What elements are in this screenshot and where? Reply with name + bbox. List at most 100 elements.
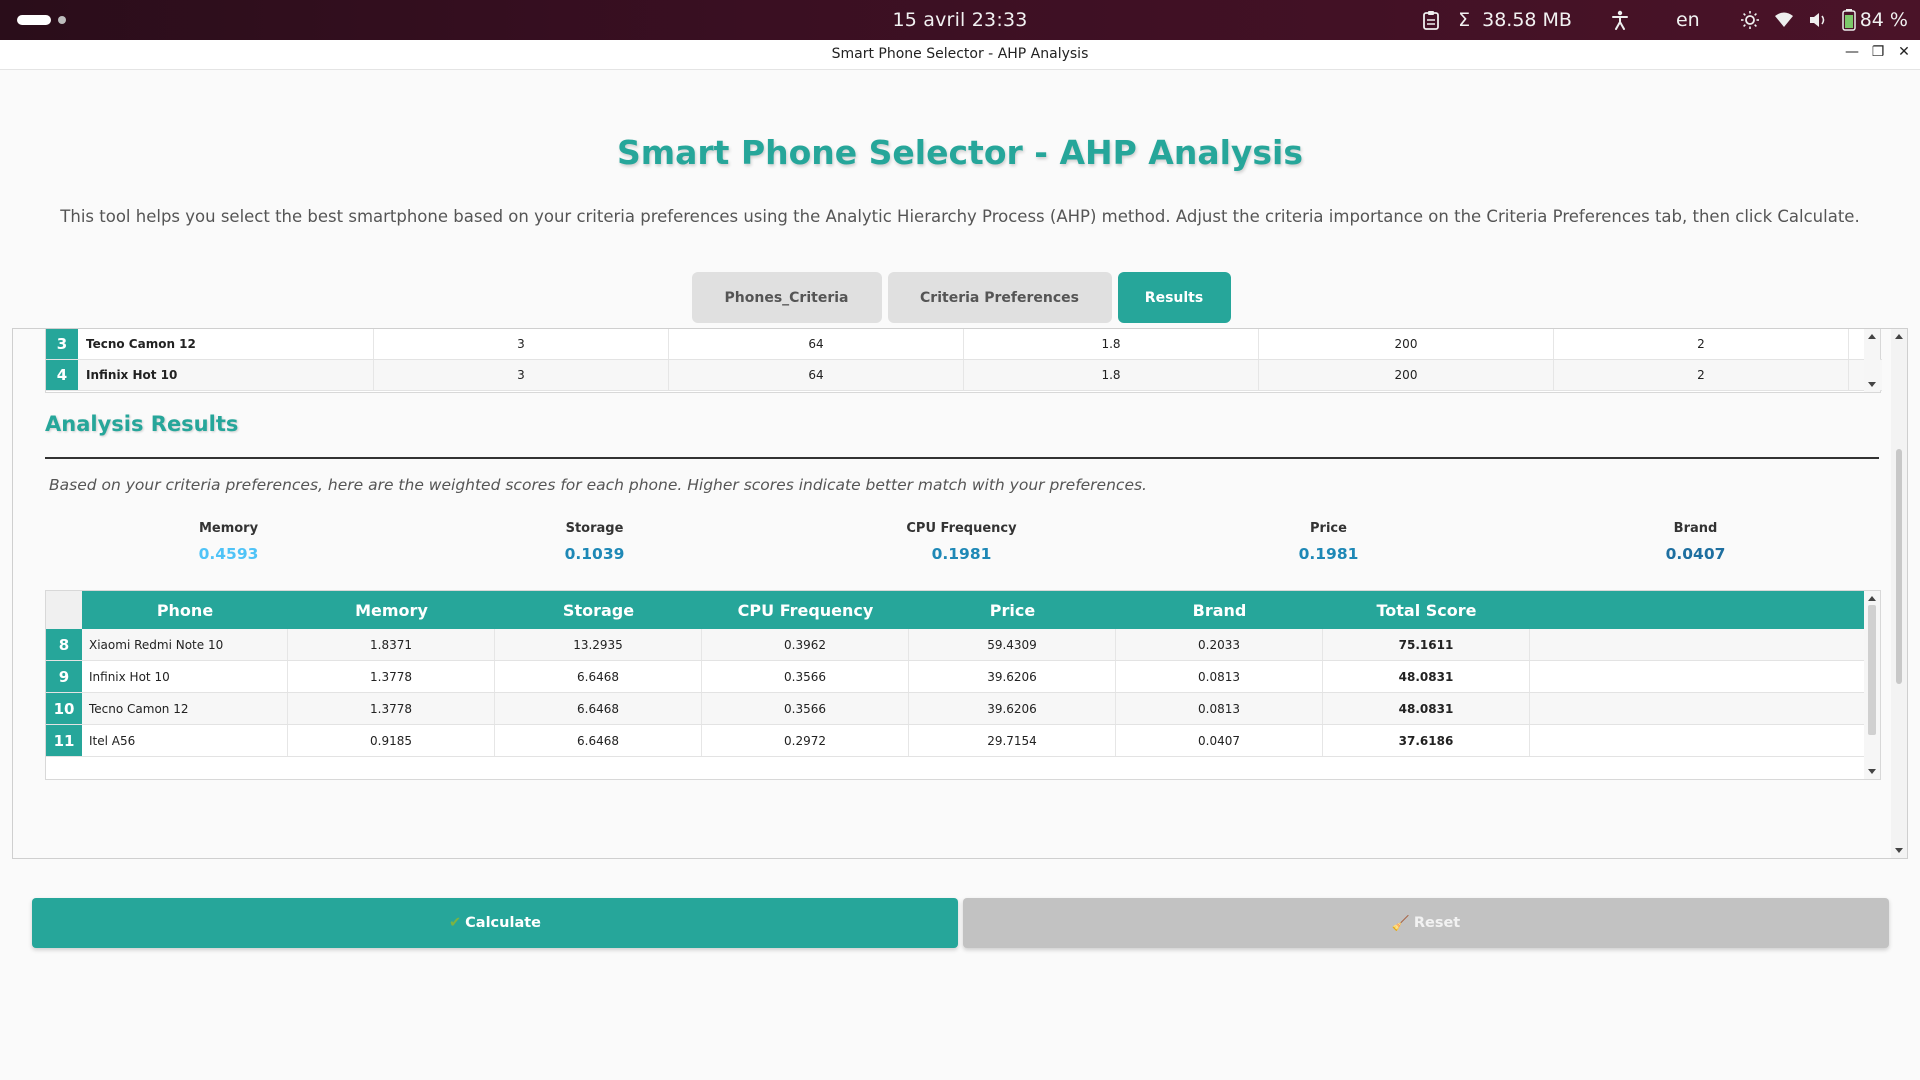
tab-results[interactable]: Results: [1117, 272, 1231, 323]
memory-score-cell: 1.3778: [288, 661, 495, 692]
storage-cell: 64: [669, 329, 964, 359]
maximize-icon[interactable]: ❐: [1870, 44, 1886, 60]
table-row[interactable]: 4 Infinix Hot 10 3 64 1.8 200 2: [46, 360, 1882, 391]
cpu-cell: 1.8: [964, 329, 1259, 359]
table-row[interactable]: 11 Itel A56 0.9185 6.6468 0.2972 29.7154…: [46, 725, 1866, 757]
storage-cell: 64: [669, 360, 964, 390]
scroll-up-arrow-icon[interactable]: [1868, 334, 1876, 339]
divider: [45, 457, 1879, 459]
total-score-cell: 75.1611: [1323, 629, 1530, 660]
window-title: Smart Phone Selector - AHP Analysis: [831, 46, 1089, 62]
weight-value: 0.0407: [1665, 545, 1726, 563]
storage-score-cell: 6.6468: [495, 661, 702, 692]
close-icon[interactable]: ✕: [1896, 44, 1912, 60]
tab-criteria-preferences[interactable]: Criteria Preferences: [887, 272, 1112, 323]
memory-score-cell: 1.3778: [288, 693, 495, 724]
weight-cpu-frequency: CPU Frequency 0.1981: [778, 521, 1145, 563]
scroll-up-arrow-icon[interactable]: [1895, 334, 1903, 339]
phone-name-cell: Tecno Camon 12: [82, 693, 288, 724]
column-header-total-score[interactable]: Total Score: [1323, 591, 1530, 629]
row-index: 8: [46, 629, 82, 660]
column-header-storage[interactable]: Storage: [495, 591, 702, 629]
table-row[interactable]: 9 Infinix Hot 10 1.3778 6.6468 0.3566 39…: [46, 661, 1866, 693]
scroll-down-arrow-icon[interactable]: [1895, 848, 1903, 853]
table-row[interactable]: 3 Tecno Camon 12 3 64 1.8 200 2: [46, 329, 1882, 360]
price-score-cell: 39.6206: [909, 693, 1116, 724]
weight-label: Price: [1310, 521, 1347, 536]
column-header-phone[interactable]: Phone: [82, 591, 288, 629]
weight-price: Price 0.1981: [1145, 521, 1512, 563]
scroll-up-arrow-icon[interactable]: [1868, 596, 1876, 601]
storage-score-cell: 6.6468: [495, 693, 702, 724]
tab-phones-criteria[interactable]: Phones_Criteria: [691, 272, 882, 323]
column-header-price[interactable]: Price: [909, 591, 1116, 629]
memory-usage[interactable]: 38.58 MB: [1482, 9, 1572, 31]
results-table-header: Phone Memory Storage CPU Frequency Price…: [46, 591, 1866, 629]
brand-score-cell: 0.2033: [1116, 629, 1323, 660]
reset-button-label: Reset: [1413, 915, 1461, 931]
page-description: This tool helps you select the best smar…: [60, 207, 1860, 226]
clipboard-icon[interactable]: [1422, 10, 1440, 30]
row-index: 11: [46, 725, 82, 756]
weight-value: 0.1039: [564, 545, 625, 563]
weight-label: Brand: [1673, 521, 1718, 536]
sigma-icon[interactable]: Σ: [1458, 9, 1470, 31]
storage-score-cell: 13.2935: [495, 629, 702, 660]
weight-brand: Brand 0.0407: [1512, 521, 1879, 563]
weight-value: 0.4593: [198, 545, 259, 563]
brand-cell: 2: [1554, 360, 1849, 390]
column-header-brand[interactable]: Brand: [1116, 591, 1323, 629]
broom-icon: 🧹: [1391, 915, 1410, 932]
results-table-scrollbar[interactable]: [1864, 591, 1880, 779]
row-index: 10: [46, 693, 82, 724]
total-score-cell: 48.0831: [1323, 661, 1530, 692]
weight-storage: Storage 0.1039: [411, 521, 778, 563]
scrollbar-thumb[interactable]: [1868, 605, 1876, 735]
price-cell: 200: [1259, 360, 1554, 390]
criteria-weights: Memory 0.4593 Storage 0.1039 CPU Frequen…: [45, 521, 1881, 563]
scrollbar-thumb[interactable]: [1896, 449, 1902, 684]
phone-name-cell: Infinix Hot 10: [78, 360, 374, 390]
cpu-cell: 1.8: [964, 360, 1259, 390]
workspace-indicator[interactable]: [58, 16, 66, 24]
column-header-memory[interactable]: Memory: [288, 591, 495, 629]
calculate-button[interactable]: ✔ Calculate: [32, 898, 958, 948]
weight-label: Storage: [565, 521, 624, 536]
brand-score-cell: 0.0813: [1116, 661, 1323, 692]
accessibility-icon[interactable]: [1611, 10, 1628, 30]
total-score-cell: 37.6186: [1323, 725, 1530, 756]
language-indicator[interactable]: en: [1676, 9, 1700, 31]
scroll-down-arrow-icon[interactable]: [1868, 769, 1876, 774]
system-tray: Σ 38.58 MB en 84 %: [1408, 0, 1908, 40]
calculate-button-label: Calculate: [465, 915, 541, 931]
brand-score-cell: 0.0813: [1116, 693, 1323, 724]
scroll-down-arrow-icon[interactable]: [1868, 382, 1876, 387]
minimize-icon[interactable]: —: [1844, 44, 1860, 60]
price-score-cell: 29.7154: [909, 725, 1116, 756]
total-score-cell: 48.0831: [1323, 693, 1530, 724]
column-header-cpu-frequency[interactable]: CPU Frequency: [702, 591, 909, 629]
app-window: Smart Phone Selector - AHP Analysis — ❐ …: [0, 40, 1920, 1080]
memory-cell: 3: [374, 329, 669, 359]
phone-name-cell: Itel A56: [82, 725, 288, 756]
results-panel: 3 Tecno Camon 12 3 64 1.8 200 2 4 Infini…: [12, 328, 1908, 859]
storage-score-cell: 6.6468: [495, 725, 702, 756]
brightness-icon[interactable]: [1740, 10, 1760, 30]
table-row[interactable]: 10 Tecno Camon 12 1.3778 6.6468 0.3566 3…: [46, 693, 1866, 725]
weight-memory: Memory 0.4593: [45, 521, 412, 563]
window-titlebar[interactable]: Smart Phone Selector - AHP Analysis — ❐ …: [0, 40, 1920, 70]
workspace-indicator-active[interactable]: [17, 15, 51, 25]
page-title: Smart Phone Selector - AHP Analysis: [616, 133, 1304, 172]
volume-icon[interactable]: [1808, 11, 1828, 29]
phones-table-scrollbar[interactable]: [1864, 329, 1880, 392]
table-corner[interactable]: [46, 591, 82, 629]
checkmark-icon: ✔: [449, 915, 462, 931]
phone-name-cell: Tecno Camon 12: [78, 329, 374, 359]
cpu-score-cell: 0.3566: [702, 661, 909, 692]
table-row[interactable]: 8 Xiaomi Redmi Note 10 1.8371 13.2935 0.…: [46, 629, 1866, 661]
panel-scrollbar[interactable]: [1891, 329, 1907, 858]
battery-icon[interactable]: [1841, 9, 1856, 31]
battery-percentage[interactable]: 84 %: [1860, 9, 1908, 31]
reset-button[interactable]: 🧹 Reset: [963, 898, 1889, 948]
wifi-icon[interactable]: [1774, 11, 1794, 29]
